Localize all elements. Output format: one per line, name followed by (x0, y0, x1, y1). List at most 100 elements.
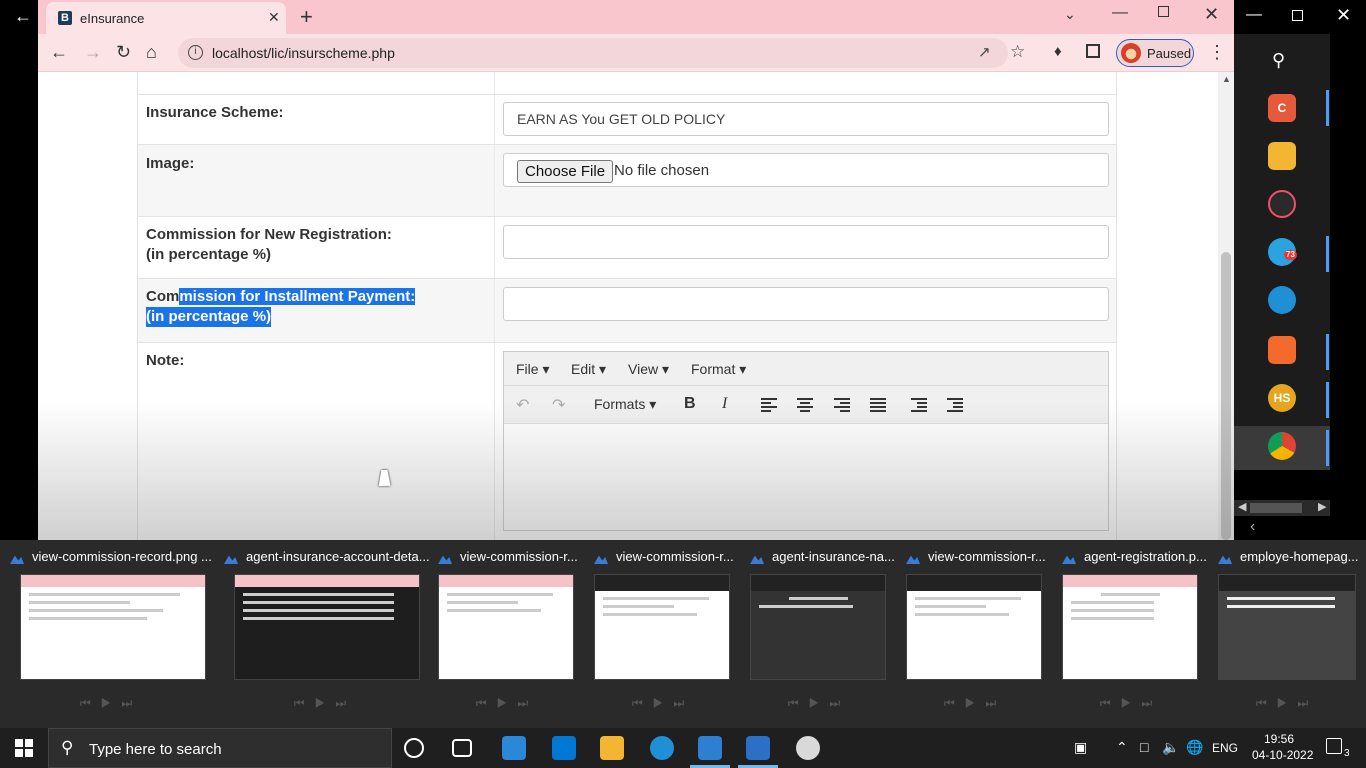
tablet-mode-icon[interactable]: ▣ (1074, 739, 1087, 756)
photos-app-icon (10, 555, 24, 564)
editor-menu-edit[interactable]: Edit ▾ (571, 361, 606, 378)
photos-app-icon (1062, 555, 1076, 564)
show-hidden-icons-chevron-icon[interactable]: ⌃ (1116, 739, 1128, 756)
new-tab-button[interactable]: + (300, 4, 313, 30)
dock-scroll-left-icon[interactable]: ◀ (1238, 500, 1246, 513)
paint-icon[interactable] (796, 736, 820, 760)
thumbnail-preview[interactable]: view-commission-record.png ... ⏮▶⏭ (10, 540, 212, 728)
dock-search-icon[interactable]: ⚲ (1272, 50, 1285, 71)
formats-dropdown[interactable]: Formats ▾ (594, 396, 656, 413)
thumbnail-preview[interactable]: agent-registration.p... ⏮▶⏭ (1062, 540, 1218, 728)
taskbar-search[interactable]: ⚲ Type here to search (48, 728, 392, 768)
editor-menu-view[interactable]: View ▾ (628, 361, 669, 378)
installment-unit: (in percentage %) (146, 307, 272, 327)
thumbnail-preview[interactable]: view-commission-r... ⏮▶⏭ (906, 540, 1062, 728)
scroll-thumb[interactable] (1221, 252, 1231, 540)
new-registration-input[interactable] (503, 225, 1109, 259)
dock-paint-icon[interactable] (1268, 190, 1296, 218)
italic-icon[interactable]: I (722, 395, 727, 413)
clock-date[interactable]: 04-10-2022 (1252, 748, 1313, 762)
thumbnail-preview[interactable]: agent-insurance-account-deta... ⏮▶⏭ (224, 540, 430, 728)
network-globe-icon[interactable]: 🌐 (1186, 739, 1203, 756)
scroll-up-icon[interactable]: ▲ (1222, 74, 1231, 84)
back-arrow-icon[interactable]: ← (14, 6, 32, 27)
align-right-icon[interactable] (834, 398, 850, 412)
start-button[interactable] (15, 739, 33, 757)
volume-icon[interactable]: 🔈 (1162, 739, 1179, 756)
side-panel-icon[interactable] (1086, 44, 1100, 58)
dock-edge-icon[interactable] (1268, 286, 1296, 314)
thumbnail-image (1218, 574, 1356, 680)
dock-collapse-chevron-icon[interactable]: ‹ (1250, 518, 1255, 536)
site-info-icon[interactable]: i (188, 45, 203, 60)
tab-close-icon[interactable]: ✕ (268, 9, 280, 26)
image-file-field[interactable]: Choose File No file chosen (503, 153, 1109, 187)
align-justify-icon[interactable] (870, 398, 886, 412)
close-window-button[interactable]: ✕ (1204, 4, 1219, 25)
dock-active-item[interactable] (1234, 426, 1330, 470)
installment-label-selected: mission for Installment Payment: (179, 288, 416, 305)
dock-scroll-thumb[interactable] (1250, 503, 1302, 513)
editor-menu-format[interactable]: Format ▾ (691, 361, 746, 378)
no-file-label: No file chosen (614, 162, 710, 179)
search-placeholder: Type here to search (89, 741, 222, 758)
indent-icon[interactable] (947, 398, 963, 412)
align-center-icon[interactable] (797, 398, 813, 412)
dock-app-c-icon[interactable]: C (1268, 94, 1296, 122)
tab-search-chevron-icon[interactable]: ⌄ (1064, 6, 1076, 23)
editor-content-area[interactable] (504, 424, 1108, 530)
dock-file-explorer-icon[interactable] (1268, 142, 1296, 170)
page-scrollbar[interactable]: ▲ (1218, 72, 1234, 540)
side-restore-button[interactable] (1292, 10, 1303, 21)
dock-hs-icon[interactable]: HS (1268, 384, 1296, 412)
mail-app-icon[interactable] (502, 736, 526, 760)
tab-einsurance[interactable]: B eInsurance ✕ (46, 2, 286, 34)
outdent-icon[interactable] (911, 398, 927, 412)
side-minimize-button[interactable]: — (1246, 6, 1262, 24)
photos-icon[interactable] (746, 736, 770, 760)
kebab-menu-icon[interactable]: ⋮ (1208, 42, 1226, 63)
installment-input[interactable] (503, 287, 1109, 321)
back-button[interactable]: ← (50, 42, 68, 63)
home-button[interactable]: ⌂ (146, 42, 157, 63)
thumbnail-preview[interactable]: view-commission-r... ⏮▶⏭ (594, 540, 750, 728)
address-bar[interactable]: i localhost/lic/insurscheme.php ↗ ☆ (178, 38, 1025, 68)
choose-file-button[interactable]: Choose File (517, 160, 614, 183)
thumbnail-preview[interactable]: view-commission-r... ⏮▶⏭ (438, 540, 594, 728)
dock-scroll-right-icon[interactable]: ▶ (1318, 500, 1326, 513)
media-player-icon[interactable] (698, 736, 722, 760)
dock-xampp-icon[interactable] (1268, 336, 1296, 364)
tab-favicon-icon: B (58, 11, 72, 25)
redo-icon[interactable]: ↷ (552, 395, 565, 415)
clock-time[interactable]: 19:56 (1264, 732, 1294, 746)
extensions-puzzle-icon[interactable]: ♦ (1054, 43, 1062, 60)
cortana-icon[interactable] (404, 738, 424, 758)
restore-button[interactable] (1158, 6, 1169, 17)
undo-icon[interactable]: ↶ (516, 395, 529, 415)
dock-horizontal-scrollbar[interactable]: ◀ ▶ (1234, 500, 1330, 516)
language-indicator[interactable]: ENG (1212, 741, 1238, 755)
share-icon[interactable]: ↗ (978, 43, 991, 61)
reload-button[interactable]: ↻ (116, 42, 131, 63)
dock-telegram-icon[interactable]: 73 (1268, 238, 1297, 266)
notification-center-icon[interactable] (1326, 738, 1342, 754)
store-app-icon[interactable] (552, 736, 576, 760)
thumbnail-media-controls: ⏮▶⏭ (79, 696, 143, 710)
side-close-button[interactable]: ✕ (1336, 5, 1351, 26)
minimize-button[interactable]: — (1112, 4, 1128, 22)
bold-icon[interactable]: B (684, 395, 696, 413)
file-explorer-icon[interactable] (600, 736, 624, 760)
forward-button[interactable]: → (84, 42, 102, 63)
edge-icon[interactable] (650, 736, 674, 760)
scheme-input[interactable] (503, 102, 1109, 136)
task-view-icon[interactable] (452, 739, 472, 757)
dock-running-indicator (1326, 236, 1329, 272)
thumbnail-preview[interactable]: agent-insurance-na... ⏮▶⏭ (750, 540, 906, 728)
profile-button[interactable]: Paused (1116, 39, 1194, 67)
thumbnail-preview[interactable]: employe-homepag... ⏮▶⏭ (1218, 540, 1366, 728)
meet-now-icon[interactable]: □ (1140, 739, 1148, 755)
editor-menu-file[interactable]: File ▾ (516, 361, 549, 378)
bookmark-star-icon[interactable]: ☆ (1010, 42, 1025, 62)
align-left-icon[interactable] (761, 398, 777, 412)
thumbnail-media-controls: ⏮▶⏭ (1099, 696, 1163, 710)
